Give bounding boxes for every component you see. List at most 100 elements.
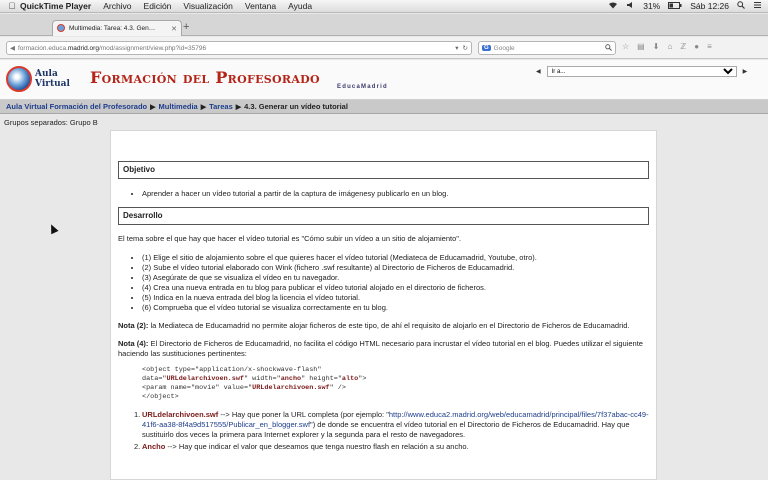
search-input[interactable]: Google: [494, 45, 515, 52]
code-highlight: alto: [341, 375, 359, 383]
url-scheme: formacion.educa.: [18, 44, 68, 52]
list-item: (1) Elige el sitio de alojamiento sobre …: [142, 253, 649, 263]
back-icon[interactable]: ◀: [10, 44, 15, 52]
note-number: 1.: [134, 410, 141, 419]
sync-icon[interactable]: ●: [694, 42, 699, 51]
list-item: (5) Indica en la nueva entrada del blog …: [142, 293, 649, 303]
code-fragment: " />: [329, 384, 346, 392]
list-item: Aprender a hacer un vídeo tutorial a par…: [142, 189, 649, 199]
intro-paragraph: El tema sobre el que hay que hacer el ví…: [118, 234, 462, 243]
url-bar[interactable]: ◀ formacion.educa. madrid.org/mod/assignm…: [6, 41, 472, 55]
prev-arrow-icon[interactable]: ◀: [536, 68, 541, 75]
section-objetivo-title: Objetivo: [118, 161, 649, 179]
code-fragment: " height=": [301, 375, 342, 383]
code-fragment: ">: [358, 375, 367, 383]
code-fragment: " width=": [243, 375, 281, 383]
apple-icon[interactable]: : [4, 1, 20, 11]
nota-4-text: El Directorio de Ficheros de Educamadrid…: [118, 339, 643, 358]
breadcrumb-current: 4.3. Generar un vídeo tutorial: [244, 102, 348, 111]
volume-icon[interactable]: [626, 1, 635, 11]
nota-4: Nota (4): El Directorio de Ficheros de E…: [118, 339, 649, 359]
toolbar-icons: ☆ ▤ ⬇ ⌂ ℤ ● ≡: [622, 42, 712, 51]
breadcrumb-multimedia[interactable]: Multimedia: [159, 102, 198, 111]
search-icon[interactable]: [605, 43, 612, 53]
aula-logo-text: Aula Virtual: [35, 69, 70, 89]
os-menubar:  QuickTime Player Archivo Edición Visua…: [0, 0, 768, 13]
aula-line2: Virtual: [35, 79, 70, 89]
tab-title: Multimedia: Tarea: 4.3. Gen…: [69, 25, 156, 32]
code-line: <object type="application/x-shockwave-fl…: [142, 366, 322, 374]
breadcrumb-tareas[interactable]: Tareas: [209, 102, 233, 111]
site-banner: Formación del Profesorado: [90, 68, 320, 87]
menu-ayuda[interactable]: Ayuda: [288, 1, 312, 11]
home-icon[interactable]: ⌂: [667, 42, 672, 51]
code-highlight: ancho: [280, 375, 302, 383]
menu-icon[interactable]: ≡: [707, 42, 712, 51]
spotlight-icon[interactable]: [737, 1, 745, 11]
note-text: --> Hay que indicar el valor que deseamo…: [165, 442, 469, 451]
note-number: 2.: [134, 442, 141, 451]
list-item: 2. Ancho --> Hay que indicar el valor que…: [134, 442, 649, 452]
code-fragment: data=": [142, 375, 167, 383]
note-key: URLdelarchivoen.swf: [142, 410, 219, 419]
new-tab-button[interactable]: +: [183, 21, 189, 33]
menu-visualizacion[interactable]: Visualización: [183, 1, 232, 11]
browser-tabbar: Multimedia: Tarea: 4.3. Gen… ✕ +: [0, 14, 768, 36]
nota-2-text: la Mediateca de Educamadrid no permite a…: [148, 321, 630, 330]
embed-code-block: <object type="application/x-shockwave-fl…: [142, 366, 649, 402]
menu-archivo[interactable]: Archivo: [103, 1, 131, 11]
banner-title: Formación del Profesorado: [90, 68, 320, 87]
wifi-icon[interactable]: [608, 1, 618, 11]
nota-4-label: Nota (4):: [118, 339, 149, 348]
google-icon[interactable]: G: [482, 45, 491, 51]
breadcrumb-separator-icon: ▶: [235, 103, 242, 111]
search-bar[interactable]: G Google: [478, 41, 616, 55]
reading-list-icon[interactable]: ▤: [637, 42, 645, 51]
code-fragment: <param name="movie" value=": [142, 384, 253, 392]
notifications-icon[interactable]: [753, 1, 762, 11]
reload-icon[interactable]: ↻: [463, 44, 468, 52]
menu-edicion[interactable]: Edición: [144, 1, 172, 11]
browser-navbar: ◀ formacion.educa. madrid.org/mod/assignm…: [0, 37, 768, 59]
list-item: (6) Comprueba que el vídeo tutorial se v…: [142, 303, 649, 313]
addon-icon[interactable]: ℤ: [680, 42, 686, 51]
jump-nav: ◀ Ir a... ▶: [536, 66, 747, 77]
site-header: Aula Virtual Formación del Profesorado E…: [0, 60, 768, 100]
clock[interactable]: Sáb 12:26: [690, 1, 729, 11]
battery-percent[interactable]: 31%: [643, 1, 660, 11]
section-desarrollo-title: Desarrollo: [118, 207, 649, 225]
list-item: (4) Crea una nueva entrada en tu blog pa…: [142, 283, 649, 293]
web-page: Aula Virtual Formación del Profesorado E…: [0, 60, 768, 480]
dropdown-icon[interactable]: ▾: [455, 44, 458, 52]
browser-tab[interactable]: Multimedia: Tarea: 4.3. Gen… ✕: [52, 20, 182, 36]
aula-virtual-logo[interactable]: Aula Virtual: [6, 66, 70, 92]
aula-line1: Aula: [35, 69, 58, 79]
note-text: --> Hay que poner la URL completa (por e…: [218, 410, 389, 419]
nota-2: Nota (2): la Mediateca de Educamadrid no…: [118, 321, 649, 331]
favicon-icon: [57, 23, 65, 34]
code-line: </object>: [142, 393, 179, 401]
next-arrow-icon[interactable]: ▶: [743, 68, 748, 75]
jump-select[interactable]: Ir a...: [546, 66, 737, 77]
breadcrumb-separator-icon: ▶: [200, 103, 207, 111]
menu-app-name[interactable]: QuickTime Player: [20, 1, 91, 11]
url-domain: madrid.org: [67, 44, 99, 52]
steps-list: (1) Elige el sitio de alojamiento sobre …: [142, 253, 649, 313]
assignment-content: Objetivo Aprender a hacer un vídeo tutor…: [110, 130, 657, 480]
tab-close-icon[interactable]: ✕: [171, 25, 177, 33]
educamadrid-logo: EducaMadrid: [337, 84, 388, 90]
nota-2-label: Nota (2):: [118, 321, 149, 330]
url-path: /mod/assignment/view.php?id=35796: [98, 44, 207, 52]
globe-icon: [6, 66, 32, 92]
objetivo-list: Aprender a hacer un vídeo tutorial a par…: [142, 189, 649, 199]
list-item: (2) Sube el vídeo tutorial elaborado con…: [142, 263, 649, 273]
battery-icon[interactable]: [668, 1, 682, 11]
bookmark-star-icon[interactable]: ☆: [622, 42, 629, 51]
menu-ventana[interactable]: Ventana: [245, 1, 276, 11]
breadcrumb: Aula Virtual Formación del Profesorado ▶…: [0, 100, 768, 114]
breadcrumb-home[interactable]: Aula Virtual Formación del Profesorado: [6, 102, 147, 111]
download-icon[interactable]: ⬇: [653, 42, 660, 51]
url-actions: ▾ ↻: [455, 44, 468, 52]
list-item: 1. URLdelarchivoen.swf --> Hay que poner …: [134, 410, 649, 440]
list-item: (3) Asegúrate de que se visualiza el víd…: [142, 273, 649, 283]
